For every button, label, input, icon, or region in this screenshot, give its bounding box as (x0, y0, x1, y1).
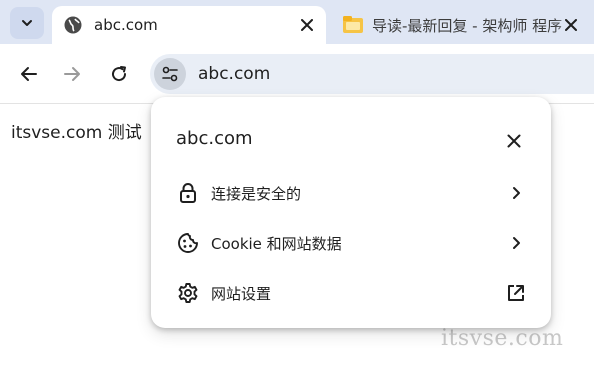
connection-secure-item[interactable]: 连接是安全的 (151, 168, 551, 218)
chevron-down-icon (22, 20, 32, 26)
site-info-button[interactable] (154, 58, 186, 90)
tab-close-button[interactable] (296, 14, 318, 36)
forward-button[interactable] (58, 60, 86, 88)
globe-icon (62, 14, 84, 36)
lock-icon (176, 181, 200, 205)
tab-search-button[interactable] (10, 7, 44, 39)
tab-inactive[interactable]: 导读-最新回复 - 架构师 程序 (336, 6, 594, 44)
watermark: itsvse.com (441, 326, 564, 351)
page-body-text: itsvse.com 测试 (11, 123, 142, 143)
close-icon (565, 19, 577, 31)
tab-active[interactable]: abc.com (52, 6, 326, 44)
forward-arrow-icon (64, 67, 80, 81)
cookies-label: Cookie 和网站数据 (211, 234, 342, 253)
site-settings-item[interactable]: 网站设置 (151, 268, 551, 318)
toolbar: abc.com (0, 44, 594, 104)
gear-icon (176, 281, 200, 305)
cookies-item[interactable]: Cookie 和网站数据 (151, 218, 551, 268)
site-settings-label: 网站设置 (211, 284, 272, 303)
chevron-right-icon (505, 182, 527, 204)
back-button[interactable] (15, 60, 43, 88)
popup-close-button[interactable] (501, 128, 527, 154)
back-arrow-icon (21, 67, 37, 81)
tune-icon (162, 66, 178, 82)
connection-secure-label: 连接是安全的 (211, 184, 302, 203)
folder-icon (342, 14, 364, 36)
popup-title: abc.com (176, 128, 253, 149)
open-external-icon (505, 282, 527, 304)
address-bar[interactable]: abc.com (150, 54, 594, 94)
url-text: abc.com (198, 64, 271, 84)
reload-button[interactable] (105, 60, 133, 88)
close-icon (301, 19, 313, 31)
chevron-right-icon (505, 232, 527, 254)
reload-icon (112, 66, 127, 82)
tab-strip: abc.com 导读-最新回复 - 架构师 程序 (0, 0, 594, 44)
tab-title: abc.com (94, 16, 158, 34)
tab-close-button[interactable] (560, 14, 582, 36)
close-icon (507, 134, 521, 148)
cookie-icon (176, 231, 200, 255)
site-info-popup: abc.com 连接是安全的 Cookie 和网站数据 网站设置 (151, 97, 551, 328)
